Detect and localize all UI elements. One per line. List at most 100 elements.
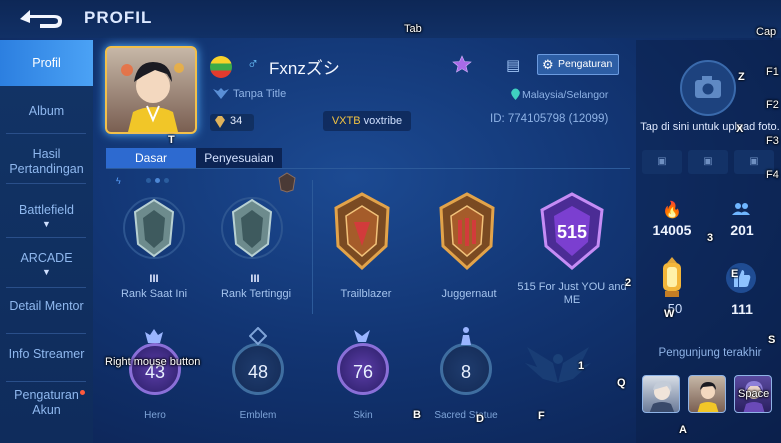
rank-current-tier: III	[149, 273, 159, 285]
sidebar-item-battlefield[interactable]: Battlefield ▼	[0, 203, 93, 229]
sidebar-item-label: Album	[28, 104, 65, 118]
location-pin-icon	[511, 88, 520, 100]
sidebar-item-hasil-pertandingan[interactable]: Hasil Pertandingan	[0, 147, 93, 177]
overlay-label-1: 1	[578, 360, 585, 372]
sidebar-item-label: Info Streamer	[8, 347, 85, 361]
gear-icon: ⚙	[542, 57, 554, 72]
sacred-statue-count: 8	[460, 362, 471, 382]
statue-icon	[461, 327, 471, 345]
sidebar-item-profil[interactable]: Profil	[0, 40, 93, 86]
515-badge-label: 515 For Just YOU and ME	[517, 281, 627, 306]
overlay-label-space: Space	[738, 388, 770, 400]
squad-name: voxtribe	[363, 115, 403, 127]
hero-count-ring[interactable]: 43	[129, 343, 181, 395]
overlay-label-f3: F3	[766, 135, 779, 147]
sidebar-item-label: ARCADE	[20, 251, 73, 265]
skin-count-ring[interactable]: 76	[337, 343, 389, 395]
upload-hint: Tap di sini untuk upload foto.	[640, 121, 780, 133]
overlay-label-cap: Cap	[756, 26, 777, 38]
overlay-label-b: B	[413, 409, 421, 421]
rank-highest-tier: III	[250, 273, 260, 285]
overlay-label-e: E	[731, 268, 739, 280]
camera-icon	[695, 76, 721, 98]
rank-highest-icon[interactable]	[219, 192, 285, 264]
sidebar-divider	[6, 133, 86, 134]
sidebar-item-label: Pengaturan Akun	[14, 388, 79, 417]
skin-count: 76	[352, 362, 374, 382]
overlay-label-2: 2	[625, 277, 632, 289]
sidebar-divider	[6, 183, 86, 184]
squad-tag[interactable]: VXTB voxtribe	[323, 111, 411, 131]
sidebar: Profil Album Hasil Pertandingan Battlefi…	[0, 40, 93, 443]
followers-icon	[732, 203, 750, 215]
hero-label: Hero	[144, 410, 166, 421]
likes-count: 111	[731, 301, 753, 317]
overlay-label-t: T	[168, 134, 175, 146]
sidebar-divider	[6, 237, 86, 238]
photo-slot-2[interactable]: ▣	[688, 150, 728, 174]
tab-penyesuaian[interactable]: Penyesuaian	[196, 148, 282, 168]
trailblazer-badge-icon[interactable]	[330, 192, 394, 272]
emblem-count: 48	[247, 362, 269, 382]
trailblazer-label: Trailblazer	[340, 288, 392, 300]
515-event-badge-icon[interactable]: 515	[536, 192, 608, 272]
sidebar-item-label: Battlefield	[19, 203, 74, 217]
sidebar-divider	[6, 287, 86, 288]
diamond-icon	[215, 116, 225, 128]
visitor-avatar-1[interactable]	[642, 375, 680, 413]
rank-current-label: Rank Saat Ini	[120, 288, 188, 300]
sacred-statue-count-ring[interactable]: 8	[440, 343, 492, 395]
chevron-down-icon: ▼	[42, 267, 51, 277]
rank-highest-label: Rank Tertinggi	[220, 288, 292, 300]
overlay-label-f1: F1	[766, 66, 779, 78]
player-name: Fxnzズシ	[269, 59, 340, 78]
lantern-icon[interactable]	[655, 255, 689, 301]
player-title: Tanpa Title	[233, 88, 287, 100]
back-arrow-icon[interactable]	[14, 6, 66, 32]
location-text: Malaysia/Selangor	[522, 89, 609, 101]
helmet-icon	[278, 172, 296, 193]
visitor-avatar-2[interactable]	[688, 375, 726, 413]
515-emblem-text: 515	[557, 222, 587, 242]
juggernaut-label: Juggernaut	[441, 288, 497, 300]
sacred-statue-label: Sacred Statue	[434, 410, 498, 421]
overlay-label-tab: Tab	[404, 23, 422, 35]
followers-count: 201	[730, 222, 754, 238]
sidebar-item-detail-mentor[interactable]: Detail Mentor	[0, 299, 93, 314]
squad-abbrev: VXTB	[331, 115, 361, 127]
overlay-label-3: 3	[707, 232, 714, 244]
overlay-label-w: W	[664, 308, 675, 320]
overlay-label-d: D	[476, 413, 484, 425]
rank-current-icon[interactable]	[121, 192, 187, 264]
upload-photo-button[interactable]	[680, 60, 736, 116]
avatar[interactable]	[105, 46, 197, 134]
emblem-count-ring[interactable]: 48	[232, 343, 284, 395]
hero-icon	[145, 329, 163, 343]
skin-icon	[354, 330, 370, 342]
overlay-label-f: F	[538, 410, 545, 422]
sidebar-item-arcade[interactable]: ARCADE ▼	[0, 251, 93, 277]
star-badge-icon[interactable]	[452, 55, 472, 73]
gem-count: 34	[230, 115, 243, 127]
recent-visitors-label: Pengunjung terakhir	[658, 347, 762, 359]
overlay-label-z: Z	[738, 71, 745, 83]
popularity-count: 14005	[652, 222, 692, 238]
player-id: ID: 774105798 (12099)	[490, 113, 609, 125]
lightning-icon: ϟ	[116, 176, 121, 186]
chevron-down-icon: ▼	[42, 219, 51, 229]
overlay-label-f2: F2	[766, 99, 779, 111]
sidebar-item-album[interactable]: Album	[0, 104, 93, 119]
sidebar-item-info-streamer[interactable]: Info Streamer	[0, 347, 93, 362]
juggernaut-badge-icon[interactable]	[435, 192, 499, 272]
tab-dasar[interactable]: Dasar	[106, 148, 196, 168]
overlay-label-x: X	[736, 123, 744, 135]
emblem-label: Emblem	[239, 410, 277, 421]
photo-slot-1[interactable]: ▣	[642, 150, 682, 174]
document-icon[interactable]: ▤	[506, 56, 520, 74]
like-icon[interactable]	[725, 262, 757, 294]
fire-icon: 🔥	[662, 202, 682, 219]
overlay-label-s: S	[768, 334, 776, 346]
gender-icon: ♂	[247, 56, 259, 73]
title-wings-icon	[213, 88, 229, 99]
sidebar-divider	[6, 333, 86, 334]
